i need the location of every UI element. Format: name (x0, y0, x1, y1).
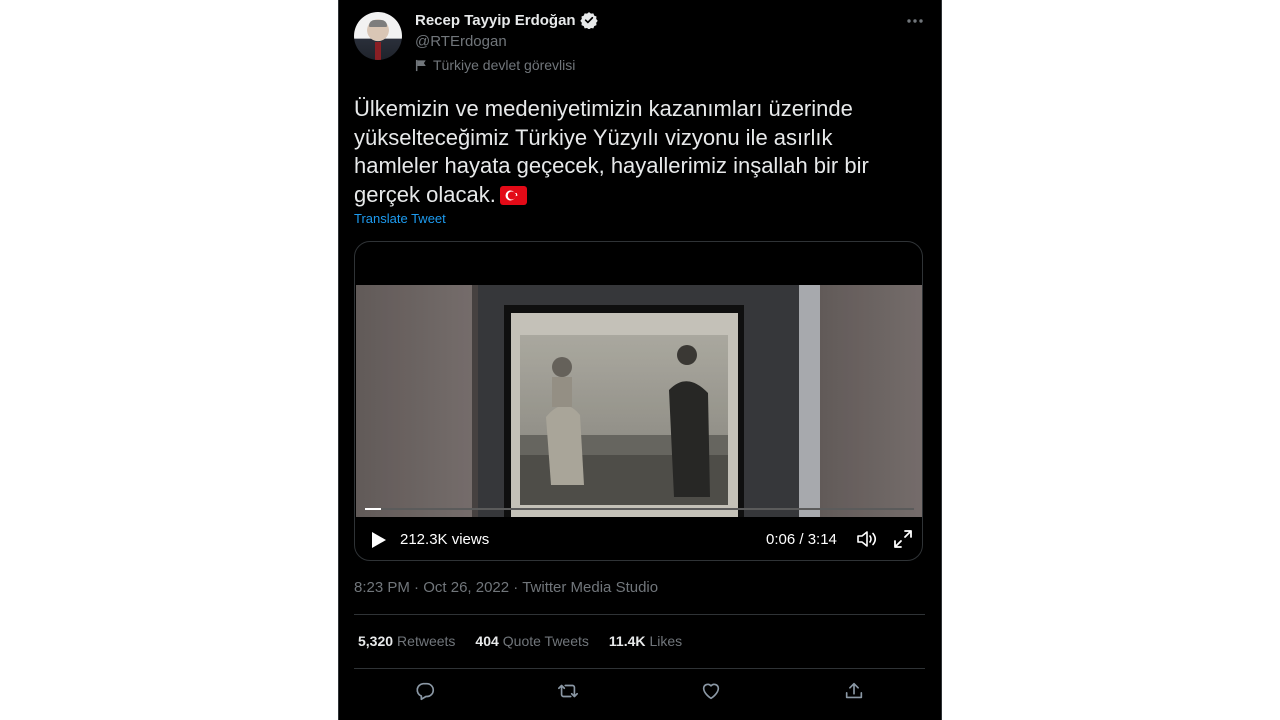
more-icon[interactable] (905, 12, 925, 30)
translate-tweet-link[interactable]: Translate Tweet (354, 211, 446, 226)
author-handle[interactable]: @RTErdogan (415, 33, 507, 50)
meta-separator: · (414, 579, 420, 596)
tweet-meta: 8:23 PM · Oct 26, 2022 · Twitter Media S… (354, 579, 658, 596)
quote-tweets-count: 404 (475, 633, 499, 649)
video-progress-bar[interactable] (365, 508, 914, 510)
government-label-text: Türkiye devlet görevlisi (433, 57, 576, 73)
likes-stat[interactable]: 11.4K Likes (609, 633, 682, 649)
video-frame[interactable] (356, 285, 923, 517)
quote-tweets-stat[interactable]: 404 Quote Tweets (475, 633, 589, 649)
like-icon[interactable] (700, 680, 722, 702)
flag-icon (415, 59, 426, 71)
video-views: 212.3K views (400, 531, 490, 548)
tweet-source: Twitter Media Studio (522, 579, 659, 596)
government-label[interactable]: Türkiye devlet görevlisi (415, 57, 575, 73)
avatar[interactable] (354, 12, 402, 60)
fullscreen-icon[interactable] (893, 529, 913, 549)
likes-label: Likes (649, 633, 683, 649)
retweet-icon[interactable] (557, 680, 579, 702)
tweet-text: Ülkemizin ve medeniyetimizin kazanımları… (354, 95, 919, 209)
divider (354, 614, 925, 615)
reply-icon[interactable] (414, 680, 436, 702)
likes-count: 11.4K (608, 633, 646, 649)
quote-tweets-label: Quote Tweets (502, 633, 589, 649)
video-card[interactable]: 212.3K views 0:06 / 3:14 (354, 241, 923, 561)
tweet-text-body: Ülkemizin ve medeniyetimizin kazanımları… (354, 96, 869, 207)
tweet-date[interactable]: Oct 26, 2022 (423, 579, 509, 596)
tweet-detail: Recep Tayyip Erdoğan @RTErdogan Türkiye … (338, 0, 942, 720)
author-display-name[interactable]: Recep Tayyip Erdoğan (415, 12, 576, 29)
video-time: 0:06 / 3:14 (766, 531, 837, 548)
video-controls: 212.3K views 0:06 / 3:14 (355, 520, 922, 560)
avatar-hair (369, 20, 387, 27)
retweets-count: 5,320 (358, 633, 394, 649)
author-name-row[interactable]: Recep Tayyip Erdoğan (415, 11, 598, 29)
video-progress-fill (365, 508, 382, 510)
turkey-flag-emoji (499, 185, 527, 205)
play-icon[interactable] (371, 531, 387, 549)
divider (354, 668, 925, 669)
retweets-stat[interactable]: 5,320 Retweets (358, 633, 455, 649)
meta-separator: · (513, 579, 519, 596)
verified-badge-icon (579, 12, 598, 29)
volume-icon[interactable] (856, 529, 878, 549)
retweets-label: Retweets (397, 633, 456, 649)
share-icon[interactable] (843, 680, 865, 702)
tweet-time[interactable]: 8:23 PM (354, 579, 410, 596)
tweet-stats: 5,320 Retweets 404 Quote Tweets 11.4K Li… (358, 633, 682, 649)
avatar-tie (375, 42, 381, 60)
